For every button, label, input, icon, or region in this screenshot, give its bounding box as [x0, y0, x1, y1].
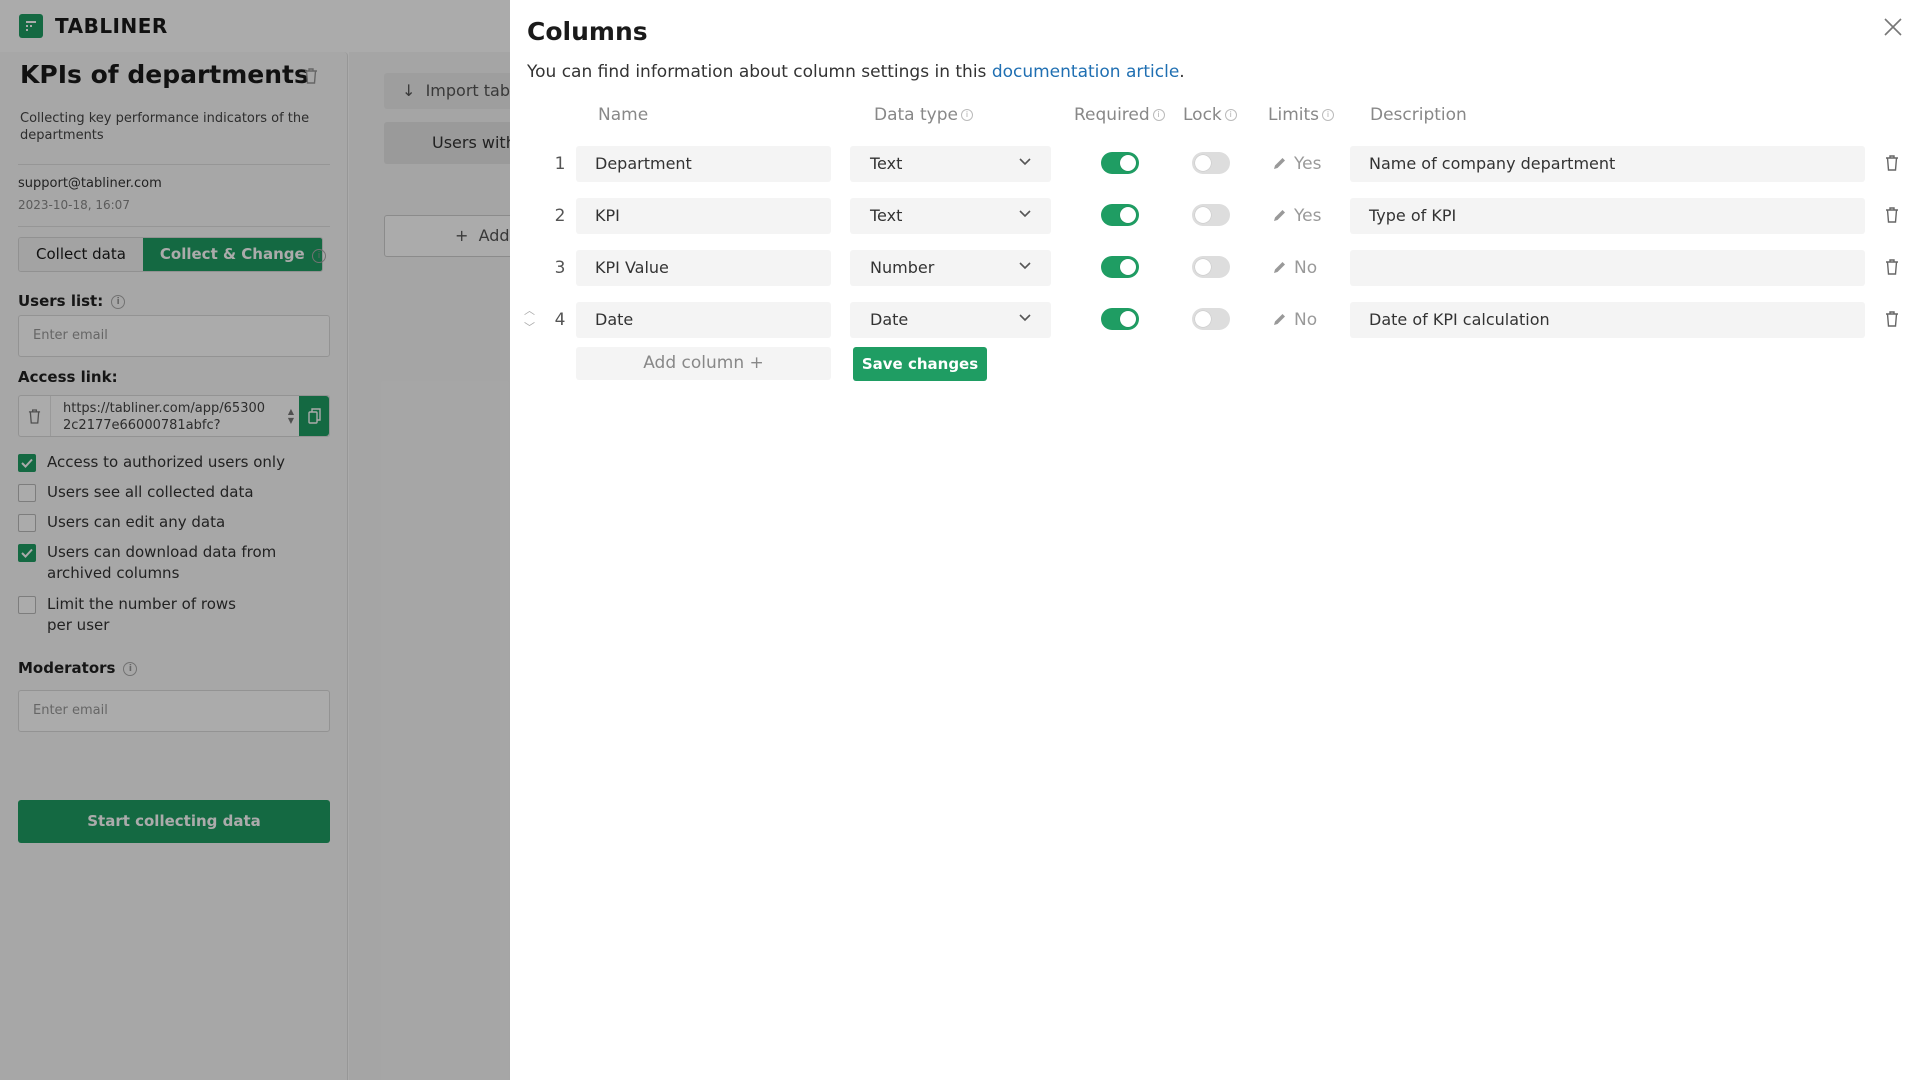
chevron-down-icon [1019, 262, 1031, 270]
header-data-type: Data type i [874, 105, 973, 125]
pencil-icon [1274, 158, 1285, 169]
limits-edit[interactable]: No [1273, 300, 1317, 340]
lock-toggle[interactable] [1192, 256, 1230, 278]
required-toggle[interactable] [1101, 256, 1139, 278]
data-type-select[interactable]: Date [850, 302, 1051, 338]
column-name-input[interactable]: Department [576, 146, 831, 182]
limits-value: No [1294, 258, 1318, 278]
pencil-icon [1274, 210, 1285, 221]
chevron-down-icon [1019, 314, 1031, 322]
data-type-value: Text [870, 154, 903, 173]
info-icon[interactable]: i [960, 109, 973, 121]
row-number: 4 [554, 310, 566, 330]
reorder-arrows-icon[interactable]: ︿ ﹀ [524, 302, 535, 336]
trash-icon[interactable] [1885, 259, 1899, 279]
limits-value: Yes [1294, 154, 1322, 174]
header-description: Description [1370, 105, 1467, 125]
data-type-value: Date [870, 310, 909, 329]
description-input[interactable]: Type of KPI [1350, 198, 1865, 234]
required-toggle[interactable] [1101, 204, 1139, 226]
close-icon[interactable] [1882, 16, 1904, 38]
data-type-select[interactable]: Number [850, 250, 1051, 286]
add-column-button[interactable]: Add column + [576, 347, 831, 380]
info-icon[interactable]: i [1322, 109, 1334, 121]
pencil-icon [1274, 262, 1285, 273]
row-number: 1 [554, 154, 566, 174]
data-type-select[interactable]: Text [850, 198, 1051, 234]
description-input[interactable]: Name of company department [1350, 146, 1865, 182]
documentation-link[interactable]: documentation article [992, 62, 1179, 82]
column-row: 3 KPI Value Number No [510, 248, 1920, 288]
chevron-down-icon [1019, 210, 1031, 218]
data-type-select[interactable]: Text [850, 146, 1051, 182]
description-input[interactable] [1350, 250, 1865, 286]
modal-subtitle: You can find information about column se… [527, 62, 1185, 82]
header-lock: Lock i [1183, 105, 1237, 125]
required-toggle[interactable] [1101, 152, 1139, 174]
column-row: ︿ ﹀ 4 Date Date No Date of KPI calculatio… [510, 300, 1920, 340]
description-input[interactable]: Date of KPI calculation [1350, 302, 1865, 338]
lock-toggle[interactable] [1192, 308, 1230, 330]
column-row: 2 KPI Text Yes Type of KPI [510, 196, 1920, 236]
limits-value: Yes [1294, 206, 1322, 226]
subtitle-period: . [1179, 62, 1185, 82]
header-name: Name [598, 105, 649, 125]
row-number: 2 [554, 206, 566, 226]
limits-edit[interactable]: No [1273, 248, 1317, 288]
limits-edit[interactable]: Yes [1273, 144, 1321, 184]
header-required: Required i [1074, 105, 1165, 125]
columns-modal: Columns You can find information about c… [510, 0, 1920, 1080]
column-row: 1 Department Text Yes Name of company de… [510, 144, 1920, 184]
modal-title: Columns [527, 17, 648, 46]
trash-icon[interactable] [1885, 311, 1899, 331]
column-name-input[interactable]: Date [576, 302, 831, 338]
pencil-icon [1274, 314, 1285, 325]
info-icon[interactable]: i [1152, 109, 1165, 121]
limits-edit[interactable]: Yes [1273, 196, 1321, 236]
data-type-value: Text [870, 206, 903, 225]
column-name-input[interactable]: KPI [576, 198, 831, 234]
data-type-value: Number [870, 258, 935, 277]
row-number: 3 [554, 258, 566, 278]
required-toggle[interactable] [1101, 308, 1139, 330]
limits-value: No [1294, 310, 1318, 330]
column-name-input[interactable]: KPI Value [576, 250, 831, 286]
header-limits: Limits i [1268, 105, 1334, 125]
save-changes-button[interactable]: Save changes [853, 347, 987, 381]
trash-icon[interactable] [1885, 155, 1899, 175]
chevron-down-icon [1019, 158, 1031, 166]
subtitle-text: You can find information about column se… [527, 62, 992, 82]
lock-toggle[interactable] [1192, 204, 1230, 226]
trash-icon[interactable] [1885, 207, 1899, 227]
lock-toggle[interactable] [1192, 152, 1230, 174]
info-icon[interactable]: i [1224, 109, 1237, 121]
